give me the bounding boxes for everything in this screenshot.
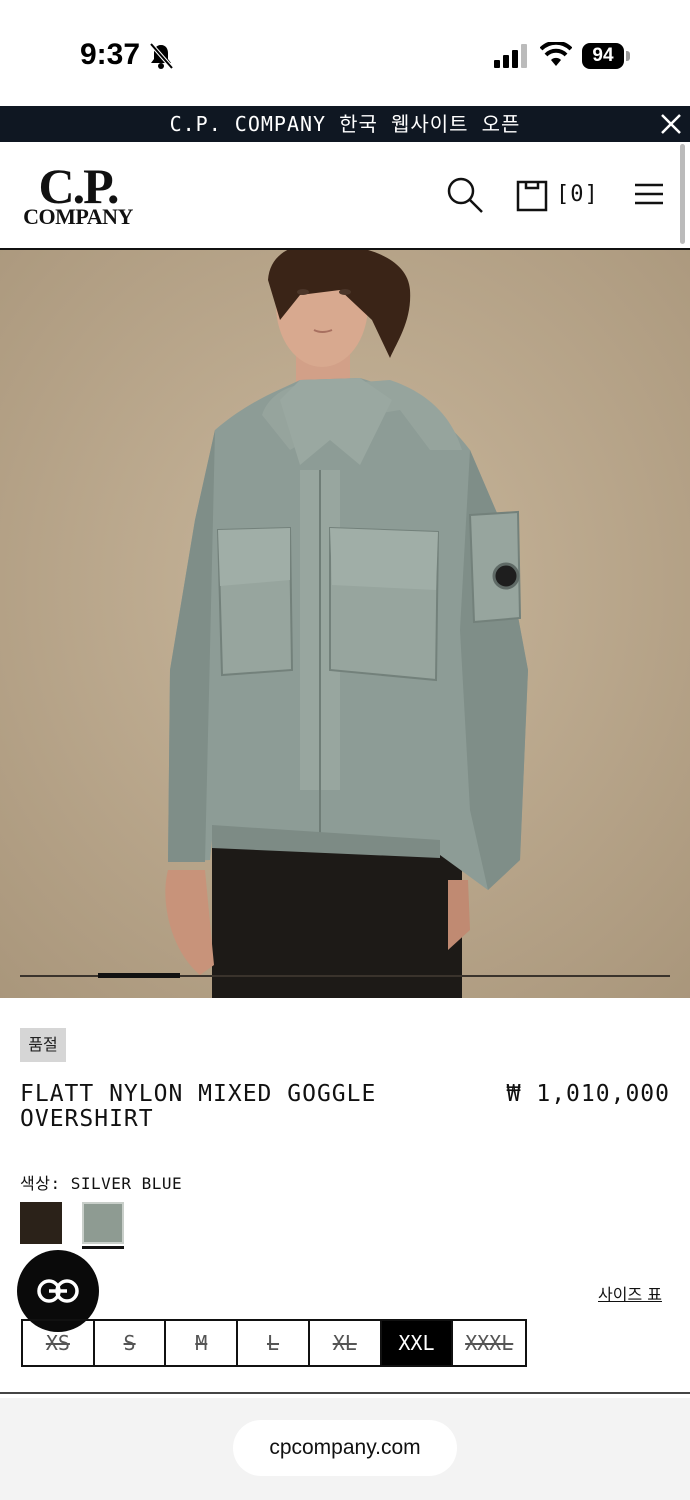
size-option-s[interactable]: S	[95, 1321, 167, 1365]
brand-logo[interactable]: C.P. COMPANY	[20, 158, 136, 234]
product-name: FLATT NYLON MIXED GOGGLE OVERSHIRT	[20, 1081, 377, 1132]
product-photo	[0, 250, 690, 998]
signal-icon	[494, 44, 527, 68]
menu-icon[interactable]	[634, 182, 664, 206]
battery-cap	[626, 51, 630, 61]
size-option-l[interactable]: L	[238, 1321, 310, 1365]
bell-slash-icon	[149, 42, 174, 70]
size-label: XL	[332, 1331, 357, 1355]
battery-icon: 94	[582, 43, 630, 69]
color-swatch-silver-blue[interactable]	[82, 1202, 124, 1244]
scrollbar[interactable]	[680, 144, 685, 244]
wifi-icon	[540, 42, 572, 66]
status-time: 9:37	[80, 38, 141, 71]
size-label: S	[123, 1331, 136, 1355]
color-swatch-dark[interactable]	[20, 1202, 62, 1244]
announcement-text[interactable]: C.P. COMPANY 한국 웹사이트 오픈	[0, 106, 690, 142]
close-icon[interactable]	[660, 113, 682, 135]
battery-level: 94	[582, 43, 624, 69]
size-label: L	[266, 1331, 280, 1355]
size-chart-link[interactable]: 사이즈 표	[598, 1281, 662, 1305]
logo-text-company: COMPANY	[23, 204, 133, 229]
size-label: XS	[45, 1331, 70, 1355]
carousel-progress-thumb[interactable]	[98, 973, 180, 978]
shopping-bag-icon	[516, 180, 548, 212]
size-option-xxl[interactable]: XXL	[381, 1321, 454, 1365]
size-option-m[interactable]: M	[166, 1321, 239, 1365]
size-option-xxxl[interactable]: XXXL	[453, 1321, 525, 1365]
cart-button[interactable]: [0]	[516, 176, 606, 216]
product-price: ₩ 1,010,000	[506, 1081, 670, 1107]
section-divider	[0, 1392, 690, 1394]
logo-text-cp: C.P.	[38, 158, 119, 214]
selected-swatch-indicator	[82, 1246, 124, 1249]
browser-bottom-bar: cpcompany.com	[0, 1398, 690, 1500]
search-icon[interactable]	[446, 176, 484, 214]
cart-count: [0]	[556, 182, 599, 207]
size-selector: XS S M L XL XXL XXXL	[21, 1319, 527, 1367]
size-option-xs[interactable]: XS	[23, 1321, 95, 1365]
color-label: 색상: SILVER BLUE	[20, 1174, 183, 1193]
size-label: XXXL	[465, 1331, 514, 1355]
status-bar: 9:37 94	[0, 0, 690, 106]
sold-out-badge: 품절	[20, 1028, 66, 1062]
size-option-xl[interactable]: XL	[310, 1321, 382, 1365]
product-image[interactable]	[0, 250, 690, 998]
site-header: C.P. COMPANY [0]	[0, 142, 690, 250]
size-label: M	[195, 1331, 208, 1355]
chat-logo-icon	[37, 1279, 79, 1303]
size-label: XXL	[398, 1331, 435, 1355]
announcement-bar: C.P. COMPANY 한국 웹사이트 오픈	[0, 106, 690, 142]
address-bar[interactable]: cpcompany.com	[233, 1420, 457, 1476]
